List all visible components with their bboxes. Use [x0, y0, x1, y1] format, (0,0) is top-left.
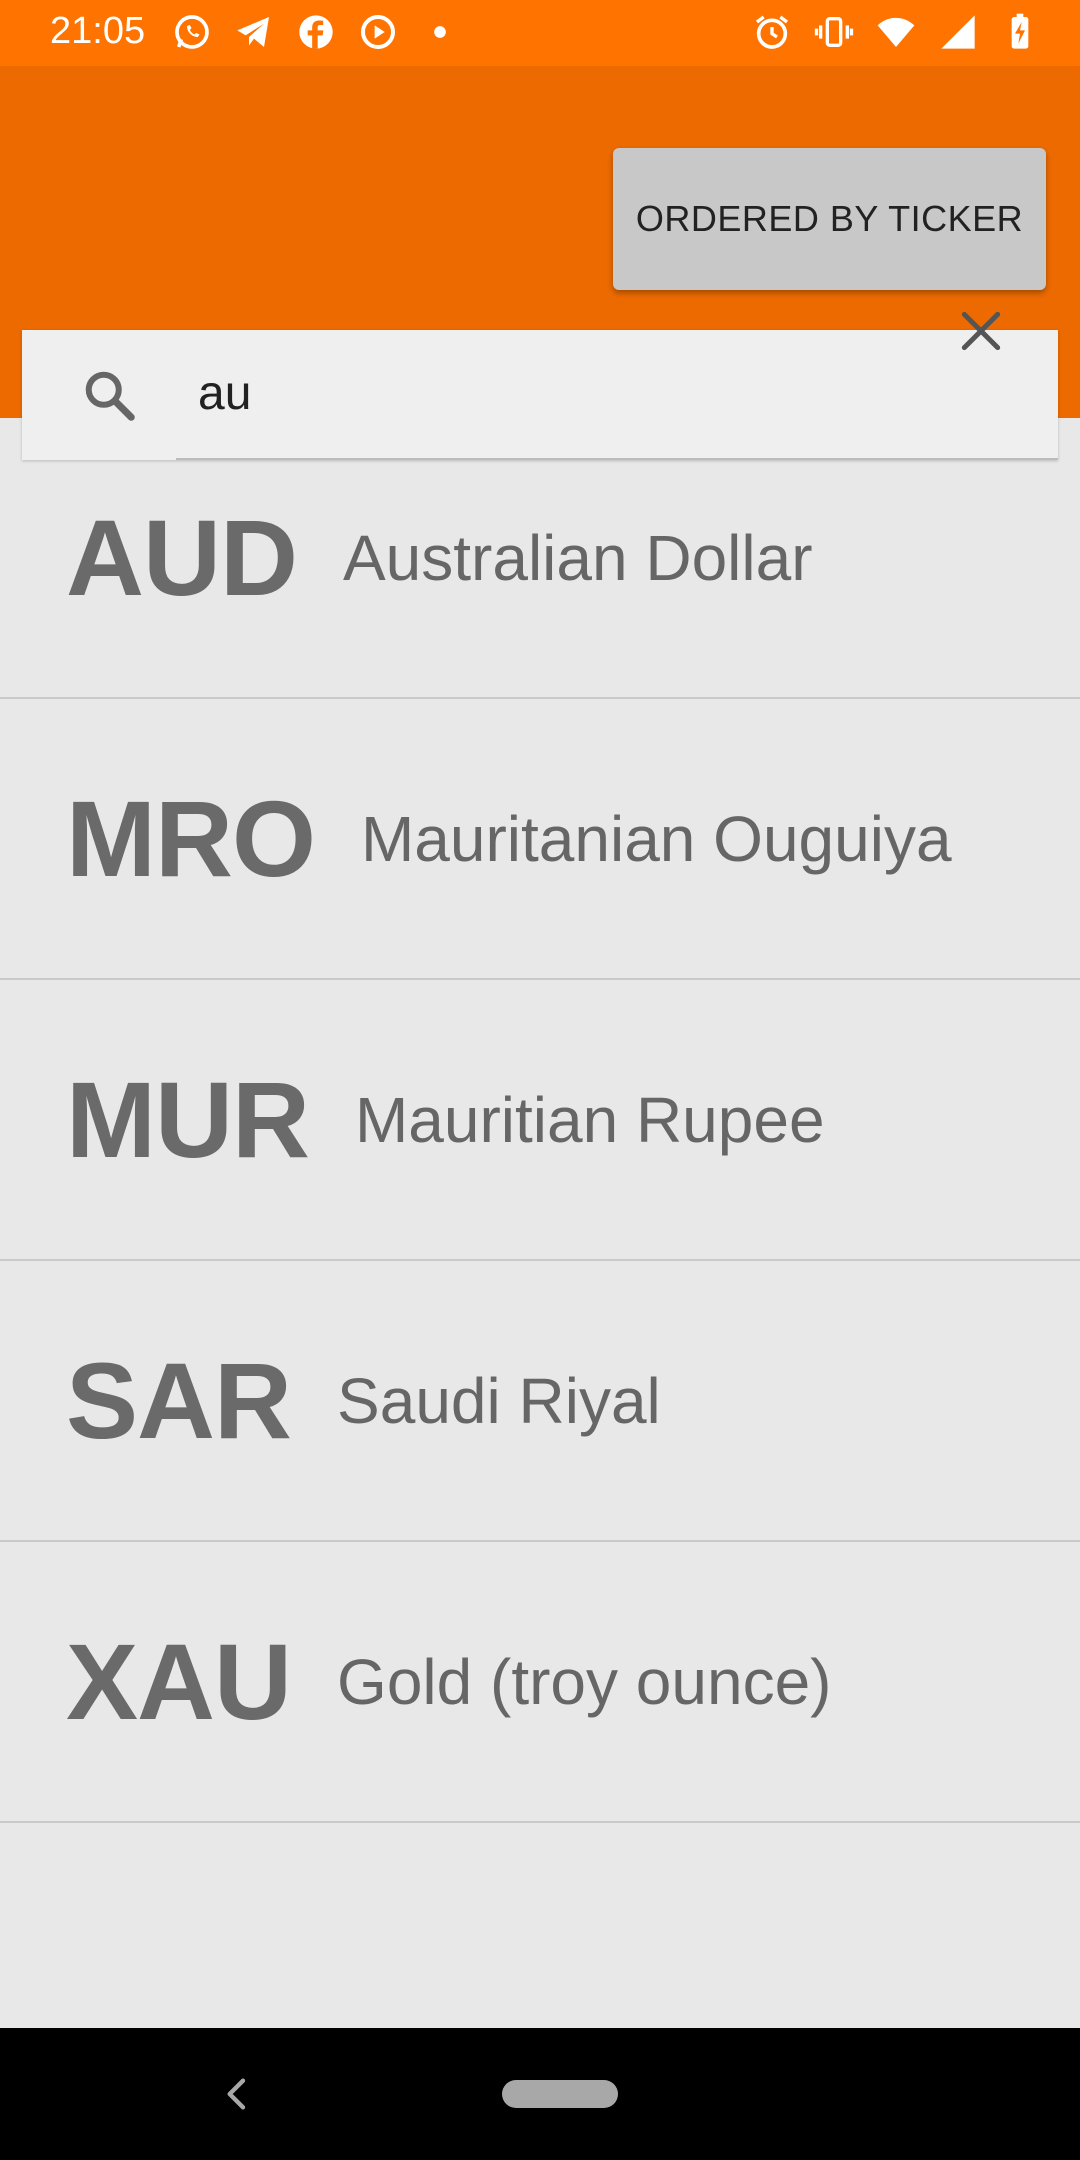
- facebook-icon: [299, 15, 333, 49]
- navigation-bar: [0, 2028, 1080, 2160]
- whatsapp-icon: [175, 15, 209, 49]
- currency-ticker: MUR: [66, 1059, 310, 1180]
- list-item[interactable]: MUR Mauritian Rupee: [0, 980, 1080, 1261]
- currency-name: Mauritanian Ouguiya: [360, 802, 952, 875]
- notification-icons: [172, 12, 460, 52]
- currency-name: Mauritian Rupee: [354, 1083, 825, 1156]
- currency-name: Australian Dollar: [342, 521, 813, 594]
- currency-ticker: MRO: [66, 778, 316, 899]
- list-item[interactable]: XAU Gold (troy ounce): [0, 1542, 1080, 1823]
- alarm-icon: [756, 15, 788, 49]
- currency-ticker: XAU: [66, 1621, 292, 1742]
- system-icons: [752, 12, 1040, 52]
- vibrate-icon: [814, 17, 854, 47]
- currency-name: Saudi Riyal: [337, 1364, 661, 1437]
- currency-ticker: AUD: [66, 497, 298, 618]
- search-icon: [85, 371, 135, 421]
- list-item[interactable]: SAR Saudi Riyal: [0, 1261, 1080, 1542]
- currency-ticker: SAR: [66, 1340, 292, 1461]
- list-item[interactable]: AUD Australian Dollar: [0, 418, 1080, 699]
- status-bar: 21:05: [0, 0, 1080, 66]
- currency-name: Gold (troy ounce): [337, 1645, 832, 1718]
- clear-search-button[interactable]: [948, 298, 1014, 364]
- currency-list: AUD Australian Dollar MRO Mauritanian Ou…: [0, 418, 1080, 1823]
- status-time: 21:05: [50, 10, 146, 52]
- app-bar: ORDERED BY TICKER: [0, 66, 1080, 460]
- list-item[interactable]: MRO Mauritanian Ouguiya: [0, 699, 1080, 980]
- close-icon: [961, 311, 1001, 351]
- play-icon: [361, 15, 395, 49]
- dot-icon: [434, 26, 446, 38]
- telegram-icon: [237, 17, 269, 47]
- back-icon[interactable]: [218, 2074, 258, 2114]
- battery-icon: [1011, 13, 1029, 49]
- sort-order-button[interactable]: ORDERED BY TICKER: [613, 148, 1046, 290]
- wifi-icon: [877, 17, 915, 47]
- signal-icon: [941, 15, 975, 49]
- home-pill[interactable]: [502, 2080, 618, 2108]
